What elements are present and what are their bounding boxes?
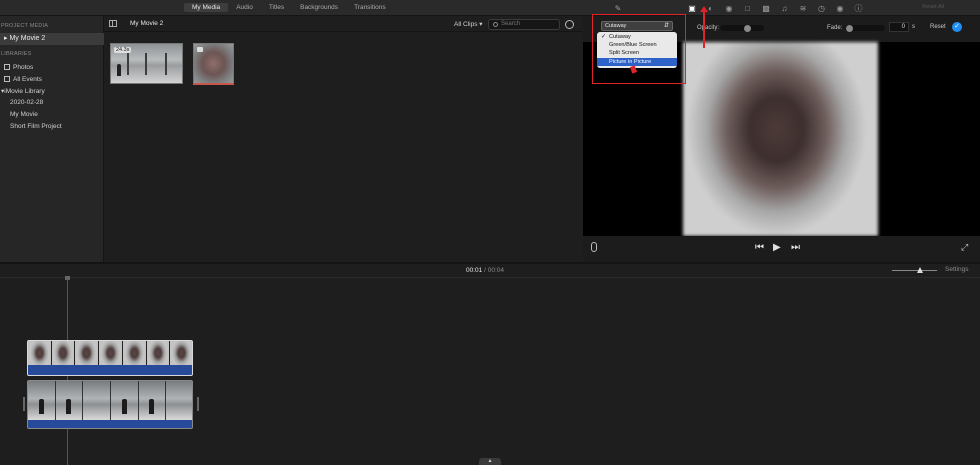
search-icon (493, 22, 498, 27)
clip-thumbnail-street[interactable]: 24.3s (110, 43, 183, 84)
libraries-header: LIBRARIES (1, 51, 32, 57)
timecode: 00:01 / 00:04 (466, 267, 504, 274)
project-title: My Movie 2 (130, 20, 164, 27)
media-browser: My Movie 2 All Clips ▾ Search 24.3s (104, 16, 582, 262)
clip-thumbnail-face[interactable] (193, 43, 234, 84)
opacity-label: Opacity: (697, 25, 720, 31)
tab-backgrounds[interactable]: Backgrounds (292, 3, 346, 12)
fade-duration-field[interactable]: 0 (889, 22, 909, 32)
overlay-style-menu: ✓ Cutaway Green/Blue Screen Split Screen… (597, 32, 677, 68)
opacity-slider[interactable] (720, 25, 764, 31)
play-icon[interactable]: ▶ (773, 243, 781, 253)
overlay-clip[interactable] (27, 340, 193, 376)
filter-icon[interactable]: ◉ (834, 2, 846, 14)
sidebar-item-imovie-library[interactable]: ▾iMovie Library (1, 87, 45, 95)
clip-duration-badge: 24.3s (114, 47, 132, 53)
events-icon (4, 76, 10, 82)
sidebar-item-my-movie[interactable]: My Movie (10, 111, 38, 118)
color-correction-icon[interactable]: ◉ (723, 2, 735, 14)
video-preview-frame (683, 42, 878, 236)
speed-icon[interactable]: ◷ (816, 2, 828, 14)
checkmark-icon: ✓ (601, 34, 607, 40)
tab-audio[interactable]: Audio (228, 3, 261, 12)
magic-wand-icon[interactable]: ✎ (612, 2, 624, 14)
photos-icon (4, 64, 10, 70)
menu-item-green-blue-screen[interactable]: Green/Blue Screen (597, 41, 677, 49)
overlay-style-select[interactable]: Cutaway ⇵ (601, 21, 673, 31)
overlay-icon[interactable]: ▣ (686, 2, 698, 14)
noise-reduction-icon[interactable]: ≋ (797, 2, 809, 14)
volume-icon[interactable]: ♫ (779, 2, 791, 14)
apply-check-icon[interactable]: ✓ (952, 22, 962, 32)
tab-transitions[interactable]: Transitions (346, 3, 394, 12)
clip-trim-handle-right[interactable] (197, 397, 199, 411)
browser-settings-icon[interactable] (565, 20, 574, 29)
expand-timeline-tab[interactable]: ▴ (479, 458, 501, 465)
search-input[interactable]: Search (488, 19, 560, 30)
playback-bar (583, 236, 980, 262)
sidebar-item-event-date[interactable]: 2020-02-28 (10, 99, 43, 106)
zoom-slider-knob[interactable] (917, 267, 923, 273)
menu-item-cutaway[interactable]: ✓ Cutaway (597, 33, 677, 41)
info-icon[interactable]: ⓘ (853, 2, 865, 14)
timeline-zoom-slider[interactable] (892, 270, 937, 271)
inspector-toolbar: ✎ ▣ ◐ ◉ □ ▩ ♫ ≋ ◷ ◉ ⓘ (612, 2, 871, 14)
clip-filter-dropdown[interactable]: All Clips ▾ (454, 20, 483, 28)
primary-clip[interactable] (27, 380, 193, 429)
tab-titles[interactable]: Titles (261, 3, 292, 12)
fade-label: Fade: (827, 25, 843, 31)
sidebar-item-short-film[interactable]: Short Film Project (10, 123, 62, 130)
clip-trim-handle-left[interactable] (23, 397, 25, 411)
camera-icon (197, 47, 203, 52)
top-toolbar: My Media Audio Titles Backgrounds Transi… (0, 0, 980, 16)
sidebar-toggle-icon[interactable] (109, 20, 117, 27)
opacity-slider-knob[interactable] (744, 24, 752, 32)
microphone-icon[interactable] (591, 242, 597, 252)
sidebar-item-all-events[interactable]: All Events (4, 76, 42, 83)
media-tabs: My Media Audio Titles Backgrounds Transi… (184, 3, 394, 12)
total-time: 00:04 (487, 267, 504, 274)
annotation-arrow (700, 6, 708, 48)
tab-my-media[interactable]: My Media (184, 3, 229, 12)
libraries-sidebar: PROJECT MEDIA ▸ My Movie 2 LIBRARIES Pho… (0, 16, 104, 262)
skip-forward-icon[interactable]: ⏭ (791, 243, 800, 253)
chevron-down-icon: ⇵ (663, 23, 669, 29)
project-media-header: PROJECT MEDIA (1, 23, 49, 29)
reset-all-button[interactable]: Reset All (922, 4, 944, 10)
browser-toolbar: My Movie 2 All Clips ▾ Search (104, 16, 582, 32)
fade-unit: s (912, 24, 915, 30)
sidebar-item-photos[interactable]: Photos (4, 64, 33, 71)
current-time: 00:01 (466, 267, 483, 274)
reset-button[interactable]: Reset (930, 24, 946, 30)
person-figure (117, 64, 121, 76)
crop-icon[interactable]: □ (742, 2, 754, 14)
skip-back-icon[interactable]: ⏮ (755, 243, 764, 253)
fullscreen-icon[interactable]: ⤢ (961, 242, 968, 253)
menu-item-picture-in-picture[interactable]: Picture in Picture (597, 58, 677, 66)
sidebar-item-my-movie-2[interactable]: ▸ My Movie 2 (0, 33, 104, 45)
clip-used-indicator (193, 83, 234, 85)
fade-slider-knob[interactable] (846, 24, 853, 32)
timeline-settings-button[interactable]: Settings (945, 266, 969, 273)
menu-item-split-screen[interactable]: Split Screen (597, 49, 677, 57)
stabilization-icon[interactable]: ▩ (760, 2, 772, 14)
timeline-toolbar: 00:01 / 00:04 Settings (0, 264, 980, 278)
